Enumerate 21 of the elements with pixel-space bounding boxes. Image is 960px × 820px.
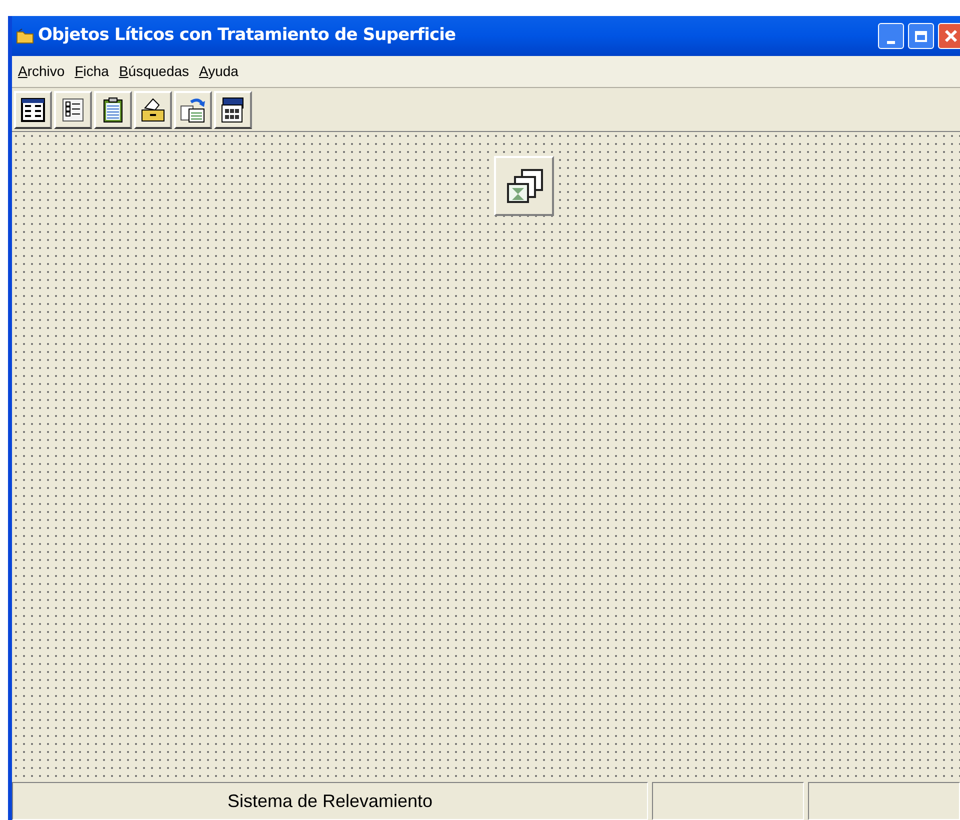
menu-item[interactable]: Búsquedas	[118, 61, 190, 82]
folder-icon	[16, 28, 34, 44]
document-transfer-button[interactable]	[174, 90, 212, 128]
close-button[interactable]	[938, 23, 960, 49]
maximize-button[interactable]	[908, 23, 934, 49]
list-view-icon	[19, 96, 47, 124]
minimize-button[interactable]	[878, 23, 904, 49]
clipboard-button[interactable]	[94, 90, 132, 128]
status-panel: Sistema de Relevamiento	[12, 782, 648, 820]
document-transfer-icon	[179, 96, 207, 124]
list-view-button[interactable]	[14, 90, 52, 128]
file-box-icon	[139, 96, 167, 124]
close-icon	[944, 29, 958, 43]
menu-item[interactable]: Ficha	[74, 61, 109, 82]
checklist-button[interactable]	[54, 90, 92, 128]
menu-item[interactable]: Ayuda	[199, 61, 238, 82]
file-box-button[interactable]	[134, 90, 172, 128]
stacked-windows-button[interactable]	[494, 156, 554, 216]
window-title: Objetos Líticos con Tratamiento de Superficie	[38, 24, 456, 48]
menu-item[interactable]: Archivo	[18, 61, 65, 82]
window-grid-button[interactable]	[214, 90, 252, 128]
